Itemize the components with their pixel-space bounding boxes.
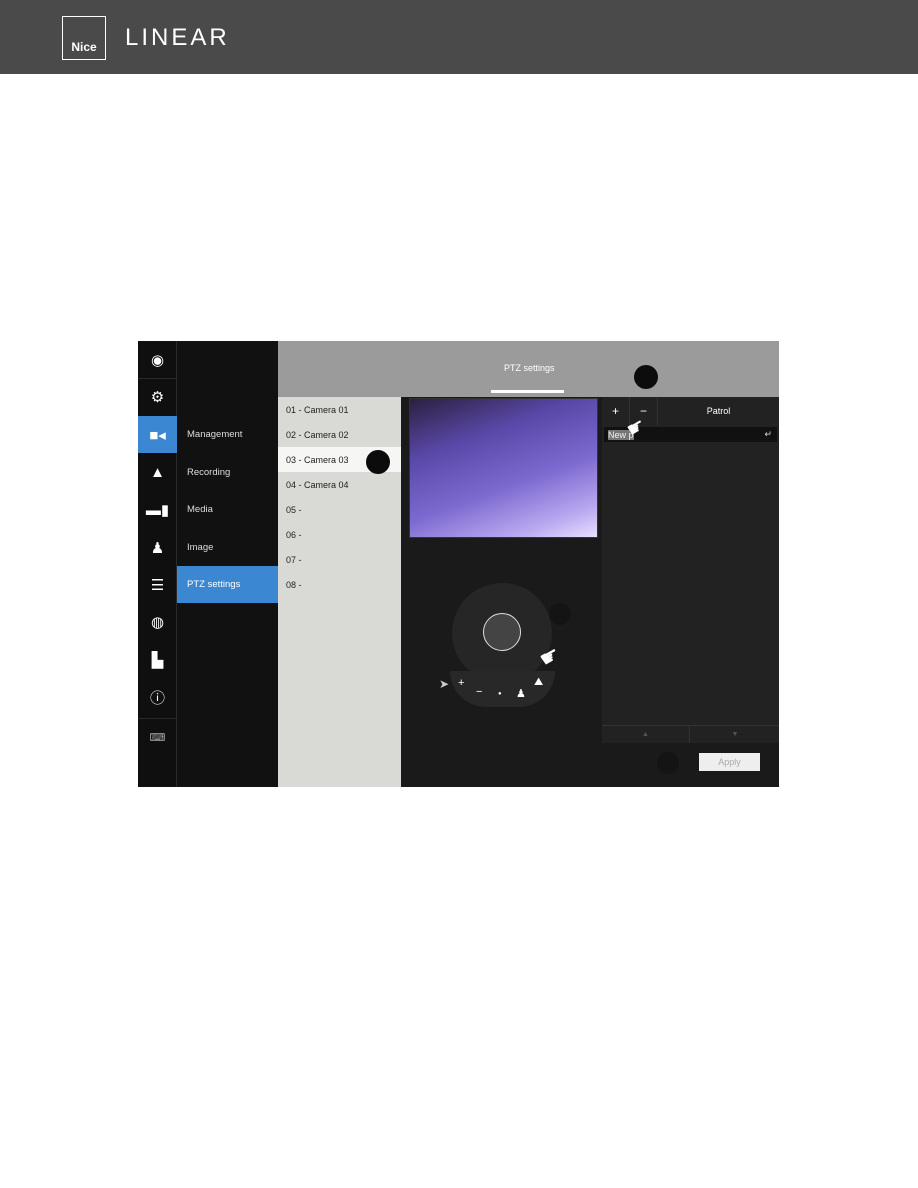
callout-marker bbox=[549, 603, 571, 625]
camera-item[interactable]: 05 - bbox=[278, 497, 401, 522]
image-icon[interactable]: ⛰ bbox=[534, 676, 543, 689]
menu-ptz-settings[interactable]: PTZ settings bbox=[177, 566, 278, 603]
callout-marker bbox=[366, 450, 390, 474]
menu-recording[interactable]: Recording bbox=[177, 454, 278, 491]
zoom-in-button[interactable]: + bbox=[458, 677, 464, 689]
preset-panel: + − Patrol New p ↵ ▲ ▼ ☛ bbox=[602, 397, 779, 743]
user-icon[interactable]: ♟ bbox=[516, 687, 526, 700]
callout-marker bbox=[634, 365, 658, 389]
bell-icon[interactable]: ▲ bbox=[138, 454, 177, 491]
camera-item[interactable]: 07 - bbox=[278, 547, 401, 572]
plugin-icon[interactable]: ▙ bbox=[138, 641, 177, 678]
camera-item[interactable]: 08 - bbox=[278, 572, 401, 597]
page-header: Nice LINEAR bbox=[0, 0, 918, 74]
tab-bar: PTZ settings bbox=[278, 341, 779, 397]
gear-icon[interactable]: ⚙ bbox=[138, 378, 177, 415]
settings-menu: Management Recording Media Image PTZ set… bbox=[177, 341, 278, 787]
apply-button[interactable]: Apply bbox=[699, 753, 760, 771]
icon-sidebar: ◉ ⚙ ■◂ ▲ ▬▮ ♟ ☰ ◍ ▙ ⓘ ⌨ bbox=[138, 341, 177, 787]
menu-management[interactable]: Management bbox=[177, 416, 278, 453]
move-up-button[interactable]: ▲ bbox=[602, 725, 690, 743]
camera-item[interactable]: 04 - Camera 04 bbox=[278, 472, 401, 497]
enter-icon[interactable]: ↵ bbox=[764, 429, 772, 440]
nice-logo: Nice bbox=[62, 16, 106, 60]
camera-item[interactable]: 06 - bbox=[278, 522, 401, 547]
video-camera-icon[interactable]: ■◂ bbox=[138, 416, 177, 453]
user-icon[interactable]: ♟ bbox=[138, 529, 177, 566]
camera-item[interactable]: 01 - Camera 01 bbox=[278, 397, 401, 422]
joystick-knob[interactable] bbox=[483, 613, 521, 651]
database-icon[interactable]: ☰ bbox=[138, 566, 177, 603]
cursor-icon: ➤ bbox=[439, 677, 449, 691]
move-down-button[interactable]: ▼ bbox=[691, 725, 779, 743]
camera-view-icon[interactable]: ◉ bbox=[138, 341, 177, 378]
menu-media[interactable]: Media bbox=[177, 491, 278, 528]
patrol-button[interactable]: Patrol bbox=[658, 397, 779, 425]
tab-ptz-settings[interactable]: PTZ settings bbox=[504, 363, 555, 373]
linear-logo: LINEAR bbox=[125, 24, 230, 52]
live-video[interactable] bbox=[409, 398, 598, 538]
computer-icon[interactable]: ▬▮ bbox=[138, 491, 177, 528]
keyboard-icon[interactable]: ⌨ bbox=[138, 718, 177, 755]
ui-screenshot: ◉ ⚙ ■◂ ▲ ▬▮ ♟ ☰ ◍ ▙ ⓘ ⌨ Management Recor… bbox=[138, 341, 779, 787]
menu-image[interactable]: Image bbox=[177, 529, 278, 566]
callout-marker bbox=[657, 752, 679, 774]
zoom-out-button[interactable]: − bbox=[476, 686, 482, 698]
info-icon[interactable]: ⓘ bbox=[138, 679, 177, 716]
network-icon[interactable]: ◍ bbox=[138, 603, 177, 640]
camera-item[interactable]: 02 - Camera 02 bbox=[278, 422, 401, 447]
ptz-control-bar: + − ● ♟ ⛰ bbox=[450, 671, 555, 707]
home-button[interactable]: ● bbox=[498, 691, 502, 697]
tab-underline bbox=[491, 390, 564, 393]
